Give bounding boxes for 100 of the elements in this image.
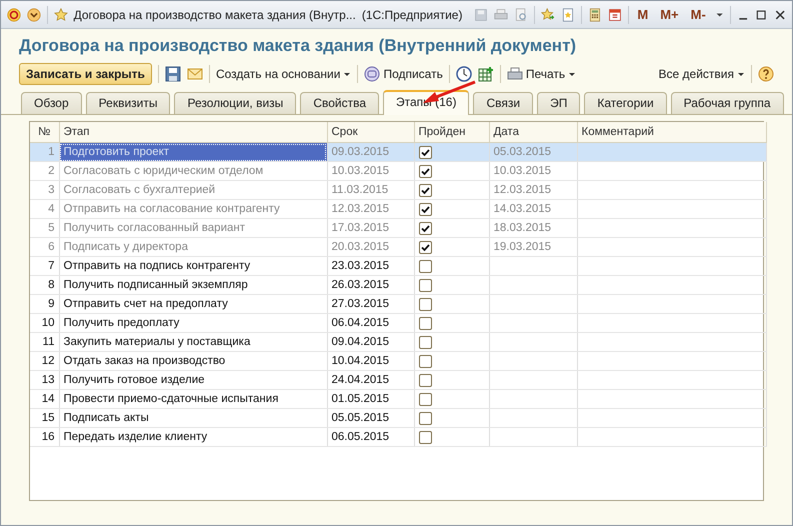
tab[interactable]: Резолюции, визы xyxy=(174,92,296,114)
row-number: 10 xyxy=(30,314,59,332)
due-date-cell: 05.05.2015 xyxy=(327,408,414,428)
due-date-cell: 06.05.2015 xyxy=(327,428,414,446)
stage-cell: Закупить материалы у поставщика xyxy=(59,332,327,352)
table-row[interactable]: 1 Подготовить проект 09.03.2015 05.03.2015 xyxy=(30,142,766,162)
table-row[interactable]: 4 Отправить на согласование контрагенту 12.03.2015 14.03.2015 xyxy=(30,200,766,218)
stage-cell: Получить предоплату xyxy=(59,314,327,332)
row-number: 7 xyxy=(30,256,59,276)
save-and-close-button[interactable]: Записать и закрыть xyxy=(19,63,152,85)
table-row[interactable]: 8 Получить подписанный экземпляр 26.03.2015 xyxy=(30,276,766,294)
table-row[interactable]: 12 Отдать заказ на производство 10.04.2015 xyxy=(30,352,766,370)
stage-cell: Получить подписанный экземпляр xyxy=(59,276,327,294)
caret-icon xyxy=(343,70,352,78)
due-date-cell: 17.03.2015 xyxy=(327,218,414,238)
stage-cell: Провести приемо-сдаточные испытания xyxy=(59,390,327,408)
tab[interactable]: Реквизиты xyxy=(86,92,170,114)
calculator-icon[interactable] xyxy=(588,6,602,24)
table-row[interactable]: 13 Получить готовое изделие 24.04.2015 xyxy=(30,370,766,390)
passed-checkbox[interactable] xyxy=(418,374,432,386)
passed-checkbox[interactable] xyxy=(418,392,432,406)
sign-button[interactable]: Подписать xyxy=(364,66,443,82)
tab[interactable]: Обзор xyxy=(21,92,82,114)
date-cell: 14.03.2015 xyxy=(489,200,577,218)
passed-checkbox[interactable] xyxy=(418,184,432,196)
column-header[interactable]: Дата xyxy=(489,122,577,142)
logo-icon[interactable] xyxy=(7,6,21,24)
table-row[interactable]: 16 Передать изделие клиенту 06.05.2015 xyxy=(30,428,766,446)
due-date-cell: 10.04.2015 xyxy=(327,352,414,370)
passed-checkbox[interactable] xyxy=(418,146,432,158)
table-row[interactable]: 6 Подписать у директора 20.03.2015 19.03.2015 xyxy=(30,238,766,256)
tab[interactable]: Этапы (16) xyxy=(383,90,470,115)
table-row[interactable]: 10 Получить предоплату 06.04.2015 xyxy=(30,314,766,332)
row-number: 3 xyxy=(30,180,59,200)
tab[interactable]: Свойства xyxy=(300,92,380,114)
date-cell: 19.03.2015 xyxy=(489,238,577,256)
add-table-icon[interactable] xyxy=(478,66,494,82)
column-header[interactable]: Пройден xyxy=(414,122,489,142)
passed-checkbox[interactable] xyxy=(418,298,432,310)
memory-button[interactable]: M+ xyxy=(657,7,682,22)
clock-icon[interactable] xyxy=(456,66,472,82)
due-date-cell: 23.03.2015 xyxy=(327,256,414,276)
table-row[interactable]: 11 Закупить материалы у поставщика 09.04.2015 xyxy=(30,332,766,352)
tab[interactable]: Связи xyxy=(473,92,534,114)
table-row[interactable]: 14 Провести приемо-сдаточные испытания 01.05.2015 xyxy=(30,390,766,408)
stage-cell: Отправить счет на предоплату xyxy=(59,294,327,314)
passed-checkbox[interactable] xyxy=(418,316,432,330)
column-header[interactable]: Срок xyxy=(327,122,414,142)
date-cell: 12.03.2015 xyxy=(489,180,577,200)
row-number: 13 xyxy=(30,370,59,390)
due-date-cell: 01.05.2015 xyxy=(327,390,414,408)
help-icon[interactable] xyxy=(758,66,774,82)
stage-cell: Подписать у директора xyxy=(59,238,327,256)
table-row[interactable]: 15 Подписать акты 05.05.2015 xyxy=(30,408,766,428)
table-row[interactable]: 3 Согласовать с бухгалтерией 11.03.2015 12.03.2015 xyxy=(30,180,766,200)
print-menu[interactable]: Печать xyxy=(506,66,576,82)
row-number: 12 xyxy=(30,352,59,370)
form-heading: Договора на производство макета здания (Внутренний документ) xyxy=(18,35,578,57)
passed-checkbox[interactable] xyxy=(418,430,432,444)
date-cell: 18.03.2015 xyxy=(489,218,577,238)
table-row[interactable]: 9 Отправить счет на предоплату 27.03.2015 xyxy=(30,294,766,314)
tab[interactable]: Категории xyxy=(584,92,667,114)
row-number: 5 xyxy=(30,218,59,238)
tab[interactable]: ЭП xyxy=(537,92,580,114)
row-number: 1 xyxy=(30,142,59,162)
column-header[interactable]: Комментарий xyxy=(577,122,766,142)
stage-cell: Согласовать с бухгалтерией xyxy=(59,180,327,200)
memory-button[interactable]: M xyxy=(634,7,652,22)
stage-cell: Получить согласованный вариант xyxy=(59,218,327,238)
column-header[interactable]: № xyxy=(30,122,59,142)
passed-checkbox[interactable] xyxy=(418,164,432,178)
passed-checkbox[interactable] xyxy=(418,336,432,348)
due-date-cell: 27.03.2015 xyxy=(327,294,414,314)
passed-checkbox[interactable] xyxy=(418,240,432,254)
column-header[interactable]: Этап xyxy=(59,122,327,142)
memory-button[interactable]: M- xyxy=(688,7,709,22)
star-icon[interactable] xyxy=(54,6,68,24)
due-date-cell: 24.04.2015 xyxy=(327,370,414,390)
stage-cell: Отправить на согласование контрагенту xyxy=(59,200,327,218)
row-number: 14 xyxy=(30,390,59,408)
row-number: 4 xyxy=(30,200,59,218)
all-actions-menu[interactable]: Все действия xyxy=(658,67,745,81)
passed-checkbox[interactable] xyxy=(418,412,432,424)
create-based-on-menu[interactable]: Создать на основании xyxy=(216,67,352,81)
dropdown-icon[interactable] xyxy=(26,6,41,24)
passed-checkbox[interactable] xyxy=(418,260,432,272)
passed-checkbox[interactable] xyxy=(418,202,432,216)
save-icon[interactable] xyxy=(164,66,181,82)
row-number: 11 xyxy=(30,332,59,352)
table-row[interactable]: 5 Получить согласованный вариант 17.03.2015 18.03.2015 xyxy=(30,218,766,238)
passed-checkbox[interactable] xyxy=(418,278,432,292)
table-row[interactable]: 2 Согласовать с юридическим отделом 10.03.2015 10.03.2015 xyxy=(30,162,766,180)
table-row[interactable]: 7 Отправить на подпись контрагенту 23.03.2015 xyxy=(30,256,766,276)
passed-checkbox[interactable] xyxy=(418,354,432,368)
row-number: 15 xyxy=(30,408,59,428)
due-date-cell: 09.04.2015 xyxy=(327,332,414,352)
passed-checkbox[interactable] xyxy=(418,222,432,234)
stage-cell: Отдать заказ на производство xyxy=(59,352,327,370)
due-date-cell: 09.03.2015 xyxy=(327,142,414,162)
tab[interactable]: Рабочая группа xyxy=(670,92,784,114)
